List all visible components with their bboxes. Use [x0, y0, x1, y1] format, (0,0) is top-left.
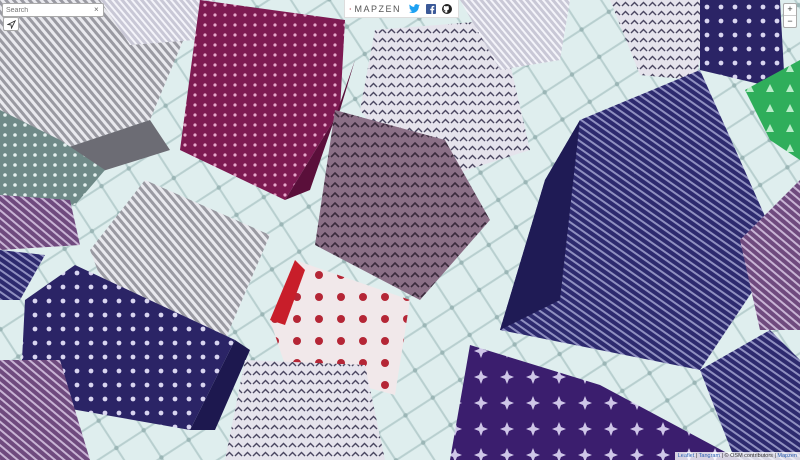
leaflet-link[interactable]: Leaflet: [678, 453, 695, 459]
brand-bar: MAPZEN: [344, 0, 459, 18]
locate-arrow-icon: [6, 19, 16, 29]
facebook-icon[interactable]: [426, 3, 436, 15]
zoom-control: + −: [783, 3, 797, 28]
zoom-in-button[interactable]: +: [784, 4, 796, 15]
search-box[interactable]: ×: [2, 3, 104, 17]
osm-credit: | © OSM contributors: [720, 453, 773, 459]
clear-icon[interactable]: ×: [94, 5, 101, 15]
github-icon[interactable]: [442, 3, 452, 15]
map-attribution: Leaflet | Tangram | © OSM contributors |…: [674, 452, 800, 460]
twitter-icon[interactable]: [409, 3, 420, 15]
zoom-out-button[interactable]: −: [784, 15, 796, 27]
map-scene: [0, 0, 800, 460]
building-block: [0, 195, 80, 250]
mapzen-link[interactable]: Mapzen: [777, 453, 797, 459]
tangram-link[interactable]: Tangram: [699, 453, 720, 459]
mapzen-logo-icon[interactable]: [349, 3, 352, 15]
map-canvas[interactable]: [0, 0, 800, 460]
building-block: [225, 360, 385, 460]
locate-button[interactable]: [3, 17, 19, 31]
brand-name[interactable]: MAPZEN: [354, 4, 401, 14]
search-input[interactable]: [3, 5, 94, 15]
